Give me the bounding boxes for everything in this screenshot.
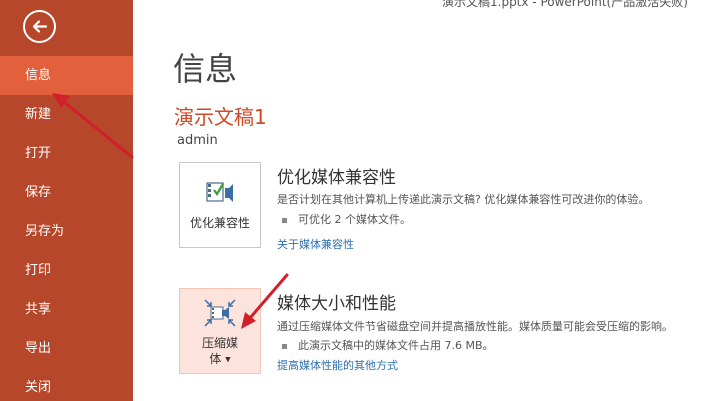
page-title: 信息 [173, 50, 238, 88]
author-name: admin [177, 133, 218, 148]
compress-media-label-text: 体 [209, 352, 222, 366]
nav-item-close[interactable]: 关闭 [0, 368, 133, 401]
compatibility-heading: 优化媒体兼容性 [277, 168, 396, 188]
optimize-compatibility-button[interactable]: 优化兼容性 [179, 162, 261, 248]
optimize-compatibility-label: 优化兼容性 [189, 216, 250, 230]
nav-item-save[interactable]: 保存 [0, 173, 133, 212]
nav-label: 共享 [25, 302, 52, 317]
nav-label: 保存 [25, 185, 52, 200]
nav-label: 新建 [25, 107, 52, 122]
nav-item-save-as[interactable]: 另存为 [0, 212, 133, 251]
nav-item-share[interactable]: 共享 [0, 290, 133, 329]
nav-label: 另存为 [25, 224, 65, 239]
backstage-nav: 信息 新建 打开 保存 另存为 打印 共享 导出 关闭 [0, 56, 133, 401]
media-size-heading: 媒体大小和性能 [277, 294, 396, 314]
media-size-bullet-text: 此演示文稿中的媒体文件占用 7.6 MB。 [298, 339, 494, 352]
media-compatibility-icon [206, 182, 233, 202]
nav-label: 导出 [25, 341, 52, 356]
window-title: 演示文稿1.pptx - PowerPoint(产品激活失败) [442, 0, 688, 9]
compress-media-icon [204, 299, 236, 327]
media-size-bullet: 此演示文稿中的媒体文件占用 7.6 MB。 [282, 337, 494, 353]
compress-media-label-line2: 体 ▼ [180, 351, 260, 368]
nav-label: 信息 [25, 68, 52, 83]
compress-media-label: 压缩媒 [201, 336, 238, 350]
media-size-description: 通过压缩媒体文件节省磁盘空间并提高播放性能。媒体质量可能会受压缩的影响。 [277, 320, 673, 333]
bullet-icon [282, 343, 287, 349]
compress-media-button[interactable]: 压缩媒 体 ▼ [179, 288, 261, 374]
nav-label: 打开 [25, 146, 52, 161]
nav-item-info[interactable]: 信息 [0, 56, 133, 95]
back-button[interactable] [23, 10, 56, 43]
nav-label: 关闭 [25, 380, 52, 395]
bullet-icon [282, 217, 287, 223]
nav-label: 打印 [25, 263, 52, 278]
document-name: 演示文稿1 [174, 105, 267, 129]
nav-item-open[interactable]: 打开 [0, 134, 133, 173]
back-arrow-icon [32, 20, 48, 33]
compatibility-bullet: 可优化 2 个媒体文件。 [282, 211, 411, 227]
compatibility-bullet-text: 可优化 2 个媒体文件。 [298, 213, 411, 226]
compatibility-link[interactable]: 关于媒体兼容性 [277, 236, 354, 252]
compatibility-description: 是否计划在其他计算机上传递此演示文稿? 优化媒体兼容性可改进你的体验。 [277, 193, 650, 206]
nav-item-print[interactable]: 打印 [0, 251, 133, 290]
media-performance-link[interactable]: 提高媒体性能的其他方式 [277, 357, 398, 373]
backstage-sidebar: 信息 新建 打开 保存 另存为 打印 共享 导出 关闭 [0, 0, 133, 401]
dropdown-caret-icon: ▼ [225, 355, 231, 364]
nav-item-export[interactable]: 导出 [0, 329, 133, 368]
nav-item-new[interactable]: 新建 [0, 95, 133, 134]
